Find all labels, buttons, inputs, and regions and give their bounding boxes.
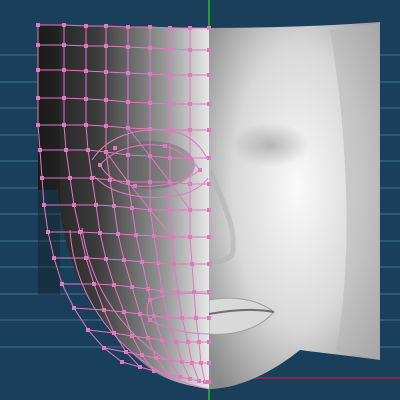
eye-socket-shade [230, 123, 310, 167]
viewport-canvas[interactable] [0, 0, 400, 400]
mesh-dark-band [38, 25, 60, 295]
face-model[interactable] [36, 22, 380, 390]
3d-viewport[interactable] [0, 0, 400, 400]
